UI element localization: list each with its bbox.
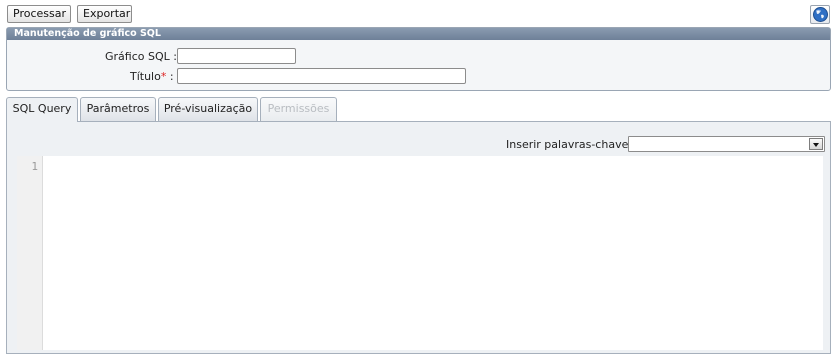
tab-sql-query[interactable]: SQL Query: [6, 97, 78, 122]
title-label: Título* :: [130, 70, 174, 83]
code-area[interactable]: [44, 156, 823, 350]
sql-chart-form: Manutenção de gráfico SQL Gráfico SQL : …: [6, 27, 831, 91]
line-number: 1: [31, 160, 38, 173]
sql-editor[interactable]: 1: [17, 156, 823, 350]
form-title: Manutenção de gráfico SQL: [7, 28, 830, 40]
chevron-down-icon[interactable]: [809, 138, 823, 150]
title-label-colon: :: [166, 70, 174, 83]
line-number-gutter: 1: [17, 156, 43, 350]
title-input[interactable]: [177, 68, 466, 84]
keywords-label: Inserir palavras-chave:: [506, 138, 633, 151]
globe-icon: [813, 7, 828, 22]
export-button[interactable]: Exportar: [77, 5, 132, 23]
help-globe-icon[interactable]: [810, 5, 830, 24]
sql-chart-input[interactable]: [177, 48, 296, 64]
tab-preview[interactable]: Pré-visualização: [158, 97, 258, 121]
process-button[interactable]: Processar: [7, 5, 71, 23]
sql-chart-label: Gráfico SQL :: [105, 50, 177, 63]
sql-query-panel: Inserir palavras-chave: 1: [6, 121, 831, 354]
keywords-select[interactable]: [628, 136, 825, 152]
title-label-text: Título: [130, 70, 161, 83]
tab-parameters[interactable]: Parâmetros: [80, 97, 156, 121]
tab-permissions: Permissões: [260, 97, 337, 121]
